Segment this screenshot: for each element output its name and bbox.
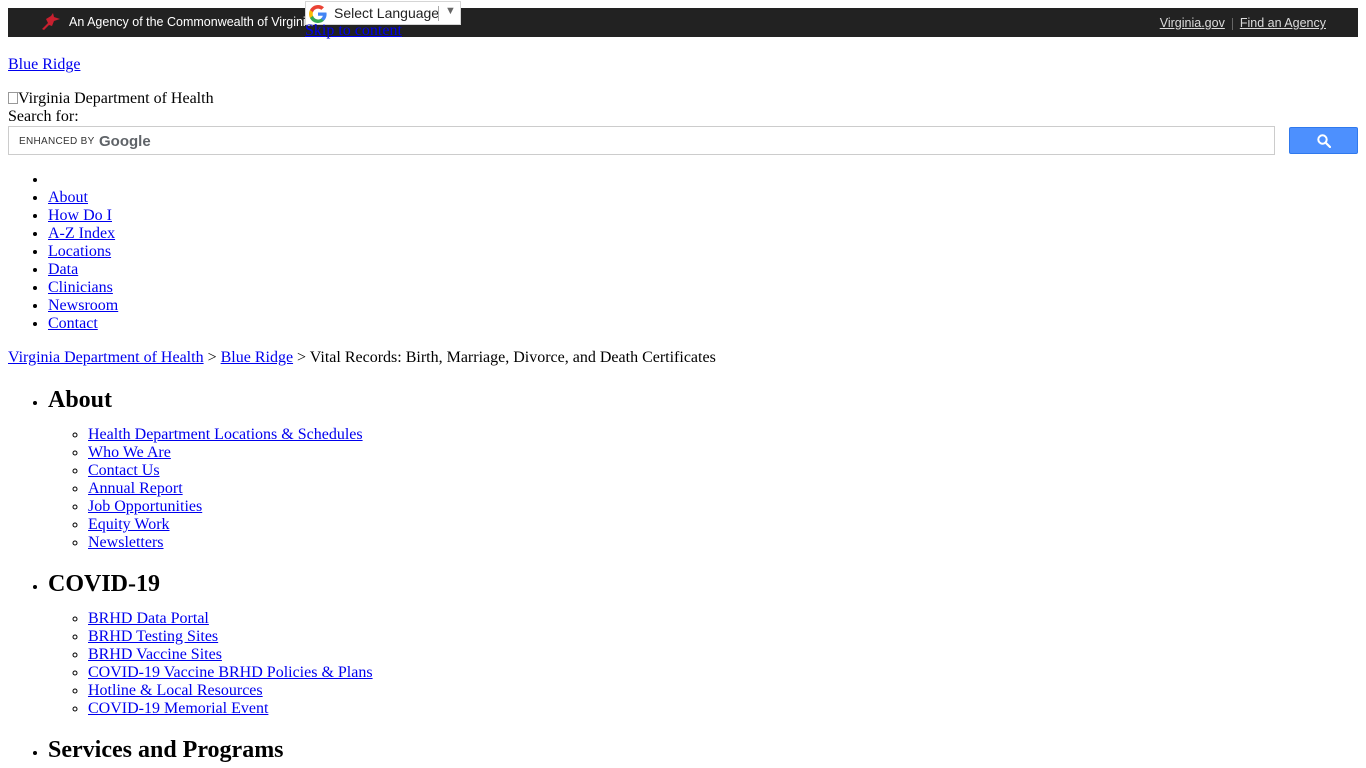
- section-link[interactable]: BRHD Data Portal: [88, 610, 209, 627]
- section-link[interactable]: Hotline & Local Resources: [88, 682, 263, 699]
- agency-text: An Agency of the Commonwealth of Virgini…: [69, 15, 313, 29]
- nav-item-data: Data: [48, 261, 448, 279]
- section-link[interactable]: Annual Report: [88, 480, 183, 497]
- list-item: BRHD Testing Sites: [88, 628, 848, 646]
- section-link[interactable]: BRHD Testing Sites: [88, 628, 218, 645]
- nav-item-about: About: [48, 189, 448, 207]
- search-input[interactable]: [15, 129, 1269, 153]
- nav-link-contact[interactable]: Contact: [48, 315, 98, 332]
- nav-link-a-z-index[interactable]: A-Z Index: [48, 225, 115, 242]
- google-g-icon: [309, 5, 327, 23]
- list-item: Health Department Locations & Schedules: [88, 426, 848, 444]
- list-item: BRHD Data Portal: [88, 610, 848, 628]
- list-item: Newsletters: [88, 534, 848, 552]
- site-name-link[interactable]: Blue Ridge: [8, 56, 80, 74]
- nav-link-data[interactable]: Data: [48, 261, 78, 278]
- list-item: Annual Report: [88, 480, 848, 498]
- list-item: Who We Are: [88, 444, 848, 462]
- breadcrumb-link-blue-ridge[interactable]: Blue Ridge: [221, 349, 293, 366]
- breadcrumb-separator: >: [207, 349, 217, 366]
- breadcrumb-link-vdh[interactable]: Virginia Department of Health: [8, 349, 204, 366]
- nav-link-clinicians[interactable]: Clinicians: [48, 279, 113, 296]
- search-button[interactable]: [1289, 127, 1358, 154]
- section-link[interactable]: Contact Us: [88, 462, 160, 479]
- language-divider: [438, 6, 439, 21]
- section-link[interactable]: Who We Are: [88, 444, 171, 461]
- nav-item-a-z-index: A-Z Index: [48, 225, 448, 243]
- topbar-divider: [1231, 17, 1233, 30]
- vdh-logo[interactable]: Virginia Department of Health: [8, 90, 214, 108]
- cardinal-logo-icon: [42, 13, 60, 30]
- list-item: BRHD Vaccine Sites: [88, 646, 848, 664]
- section-link-list: Health Department Locations & SchedulesW…: [48, 426, 848, 552]
- section-item: COVID-19 BRHD Data PortalBRHD Testing Sit…: [48, 568, 848, 718]
- nav-item-newsroom: Newsroom: [48, 297, 448, 315]
- section-heading: COVID-19: [48, 571, 160, 597]
- nav-item-home: [48, 171, 448, 189]
- agency-bar: An Agency of the Commonwealth of Virgini…: [8, 8, 1358, 37]
- section-link[interactable]: COVID-19 Vaccine BRHD Policies & Plans: [88, 664, 373, 681]
- nav-link-how-do-i[interactable]: How Do I: [48, 207, 112, 224]
- broken-image-icon: [8, 92, 18, 104]
- section-link[interactable]: Health Department Locations & Schedules: [88, 426, 363, 443]
- section-item: Services and Programs: [48, 734, 848, 766]
- section-item: About Health Department Locations & Sched…: [48, 384, 848, 552]
- breadcrumb-separator: >: [297, 349, 307, 366]
- list-item: COVID-19 Vaccine BRHD Policies & Plans: [88, 664, 848, 682]
- section-heading: Services and Programs: [48, 737, 284, 763]
- search-box[interactable]: ENHANCED BY Google: [8, 126, 1275, 155]
- list-item: Contact Us: [88, 462, 848, 480]
- section-link[interactable]: Job Opportunities: [88, 498, 202, 515]
- section-link[interactable]: COVID-19 Memorial Event: [88, 700, 268, 717]
- nav-item-clinicians: Clinicians: [48, 279, 448, 297]
- virginia-gov-link[interactable]: Virginia.gov: [1160, 16, 1225, 30]
- section-link[interactable]: BRHD Vaccine Sites: [88, 646, 222, 663]
- find-agency-link[interactable]: Find an Agency: [1240, 16, 1326, 30]
- list-item: Job Opportunities: [88, 498, 848, 516]
- chevron-down-icon: ▼: [445, 5, 456, 17]
- nav-link-about[interactable]: About: [48, 189, 88, 206]
- breadcrumb-current: Vital Records: Birth, Marriage, Divorce,…: [309, 349, 716, 366]
- skip-to-content-link[interactable]: Skip to content: [305, 22, 402, 40]
- topbar-links: Virginia.gov Find an Agency: [1160, 16, 1326, 30]
- nav-item-contact: Contact: [48, 315, 448, 333]
- section-menu: About Health Department Locations & Sched…: [8, 384, 848, 766]
- breadcrumb: Virginia Department of Health > Blue Rid…: [8, 349, 716, 367]
- nav-link-newsroom[interactable]: Newsroom: [48, 297, 118, 314]
- section-link[interactable]: Equity Work: [88, 516, 170, 533]
- search-label: Search for:: [8, 108, 79, 125]
- section-link-list: BRHD Data PortalBRHD Testing SitesBRHD V…: [48, 610, 848, 718]
- section-heading: About: [48, 387, 113, 413]
- nav-item-how-do-i: How Do I: [48, 207, 448, 225]
- logo-alt-text: Virginia Department of Health: [18, 90, 214, 107]
- list-item: Equity Work: [88, 516, 848, 534]
- section-link[interactable]: Newsletters: [88, 534, 164, 551]
- nav-link-locations[interactable]: Locations: [48, 243, 111, 260]
- list-item: COVID-19 Memorial Event: [88, 700, 848, 718]
- search-icon: [1317, 134, 1331, 148]
- nav-item-locations: Locations: [48, 243, 448, 261]
- language-label: Select Language: [334, 5, 440, 21]
- list-item: Hotline & Local Resources: [88, 682, 848, 700]
- main-nav: About How Do I A-Z Index Locations Data …: [8, 171, 448, 333]
